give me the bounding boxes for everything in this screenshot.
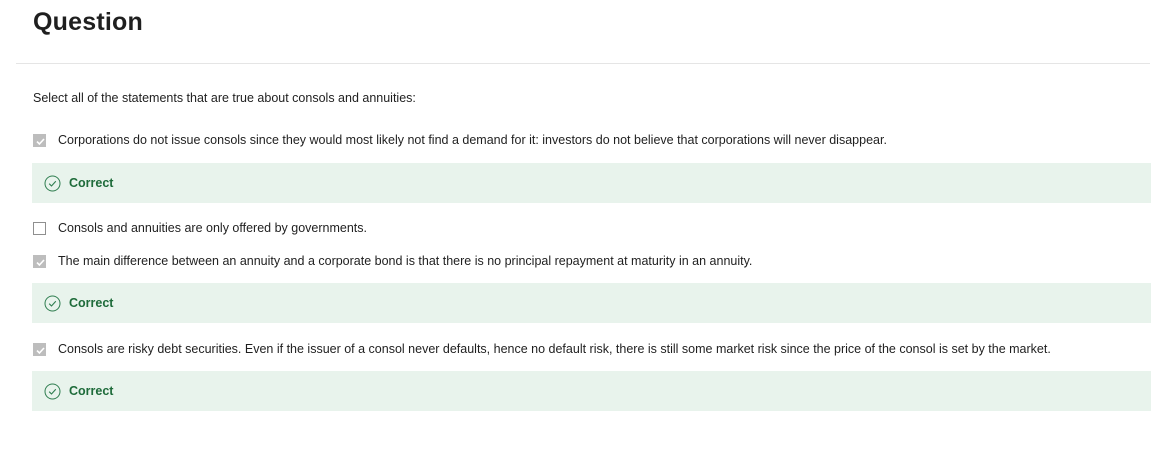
answer-option-2[interactable]: Consols and annuities are only offered b… bbox=[33, 221, 367, 235]
answer-option-text: The main difference between an annuity a… bbox=[58, 254, 753, 268]
checkmark-icon bbox=[36, 137, 45, 145]
checkbox-checked[interactable] bbox=[33, 342, 46, 356]
feedback-correct: Correct bbox=[32, 283, 1151, 323]
question-title: Question bbox=[33, 8, 143, 36]
check-circle-icon bbox=[44, 295, 61, 311]
check-circle-icon bbox=[44, 175, 61, 191]
checkmark-icon bbox=[36, 258, 45, 266]
feedback-label: Correct bbox=[69, 384, 114, 398]
checkbox-checked[interactable] bbox=[33, 133, 46, 147]
answer-option-1[interactable]: Corporations do not issue consols since … bbox=[33, 133, 887, 147]
feedback-correct: Correct bbox=[32, 163, 1151, 203]
feedback-label: Correct bbox=[69, 176, 114, 190]
title-divider bbox=[16, 63, 1150, 64]
checkmark-icon bbox=[36, 346, 45, 354]
feedback-correct: Correct bbox=[32, 371, 1151, 411]
checkbox-checked[interactable] bbox=[33, 254, 46, 268]
answer-option-3[interactable]: The main difference between an annuity a… bbox=[33, 254, 752, 268]
answer-option-4[interactable]: Consols are risky debt securities. Even … bbox=[33, 342, 1051, 356]
answer-option-text: Consols and annuities are only offered b… bbox=[58, 221, 367, 235]
answer-option-text: Corporations do not issue consols since … bbox=[58, 133, 887, 147]
check-circle-icon bbox=[44, 383, 61, 399]
checkbox-unchecked[interactable] bbox=[33, 221, 46, 235]
feedback-label: Correct bbox=[69, 296, 114, 310]
answer-option-text: Consols are risky debt securities. Even … bbox=[58, 342, 1051, 356]
question-prompt: Select all of the statements that are tr… bbox=[33, 91, 416, 105]
